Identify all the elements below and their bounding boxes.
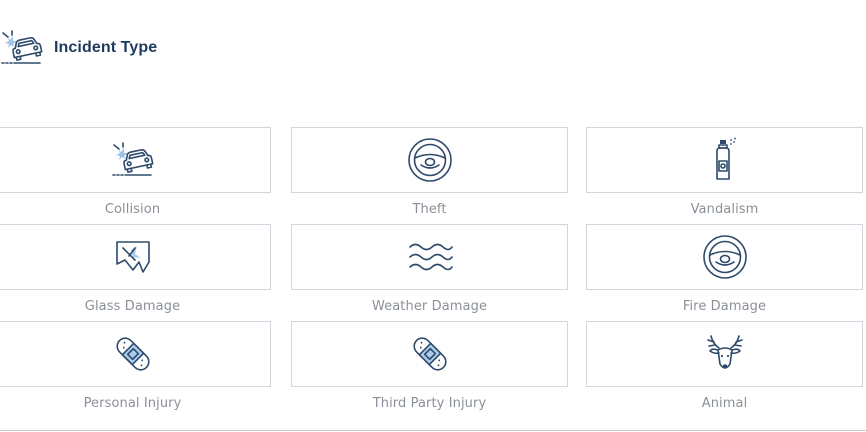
option-animal-label: Animal bbox=[701, 396, 748, 411]
option-collision-label: Collision bbox=[104, 202, 161, 217]
steering-wheel-icon bbox=[702, 235, 747, 279]
steering-wheel-icon bbox=[407, 138, 452, 182]
spray-can-icon bbox=[715, 137, 736, 180]
option-glass-damage-label: Glass Damage bbox=[84, 299, 181, 314]
deer-icon bbox=[706, 335, 743, 369]
broken-glass-icon bbox=[115, 241, 150, 273]
option-weather-damage-button[interactable] bbox=[291, 224, 568, 290]
option-fire-damage-button[interactable] bbox=[586, 224, 863, 290]
option-fire-damage[interactable]: Fire Damage bbox=[586, 224, 863, 314]
option-animal-button[interactable] bbox=[586, 321, 863, 387]
option-fire-damage-label: Fire Damage bbox=[682, 299, 767, 314]
option-personal-injury-label: Personal Injury bbox=[83, 396, 182, 411]
option-glass-damage[interactable]: Glass Damage bbox=[0, 224, 271, 314]
option-weather-damage[interactable]: Weather Damage bbox=[291, 224, 568, 314]
option-third-party-injury-button[interactable] bbox=[291, 321, 568, 387]
car-collision-icon bbox=[111, 142, 154, 176]
bandage-icon bbox=[412, 337, 447, 371]
option-glass-damage-button[interactable] bbox=[0, 224, 271, 290]
option-weather-damage-label: Weather Damage bbox=[371, 299, 488, 314]
option-theft-label: Theft bbox=[412, 202, 447, 217]
option-vandalism[interactable]: Vandalism bbox=[586, 127, 863, 217]
option-collision-button[interactable] bbox=[0, 127, 271, 193]
option-animal[interactable]: Animal bbox=[586, 321, 863, 411]
option-theft[interactable]: Theft bbox=[291, 127, 568, 217]
bandage-icon bbox=[115, 337, 150, 371]
option-third-party-injury-label: Third Party Injury bbox=[372, 396, 487, 411]
option-collision[interactable]: Collision bbox=[0, 127, 271, 217]
option-vandalism-label: Vandalism bbox=[690, 202, 759, 217]
waves-icon bbox=[408, 243, 453, 271]
option-personal-injury-button[interactable] bbox=[0, 321, 271, 387]
page-title: Incident Type bbox=[54, 39, 158, 56]
car-collision-icon bbox=[1, 30, 43, 64]
option-third-party-injury[interactable]: Third Party Injury bbox=[291, 321, 568, 411]
incident-type-header: Incident Type bbox=[0, 28, 157, 68]
section-divider bbox=[0, 430, 866, 431]
option-vandalism-button[interactable] bbox=[586, 127, 863, 193]
option-personal-injury[interactable]: Personal Injury bbox=[0, 321, 271, 411]
option-theft-button[interactable] bbox=[291, 127, 568, 193]
